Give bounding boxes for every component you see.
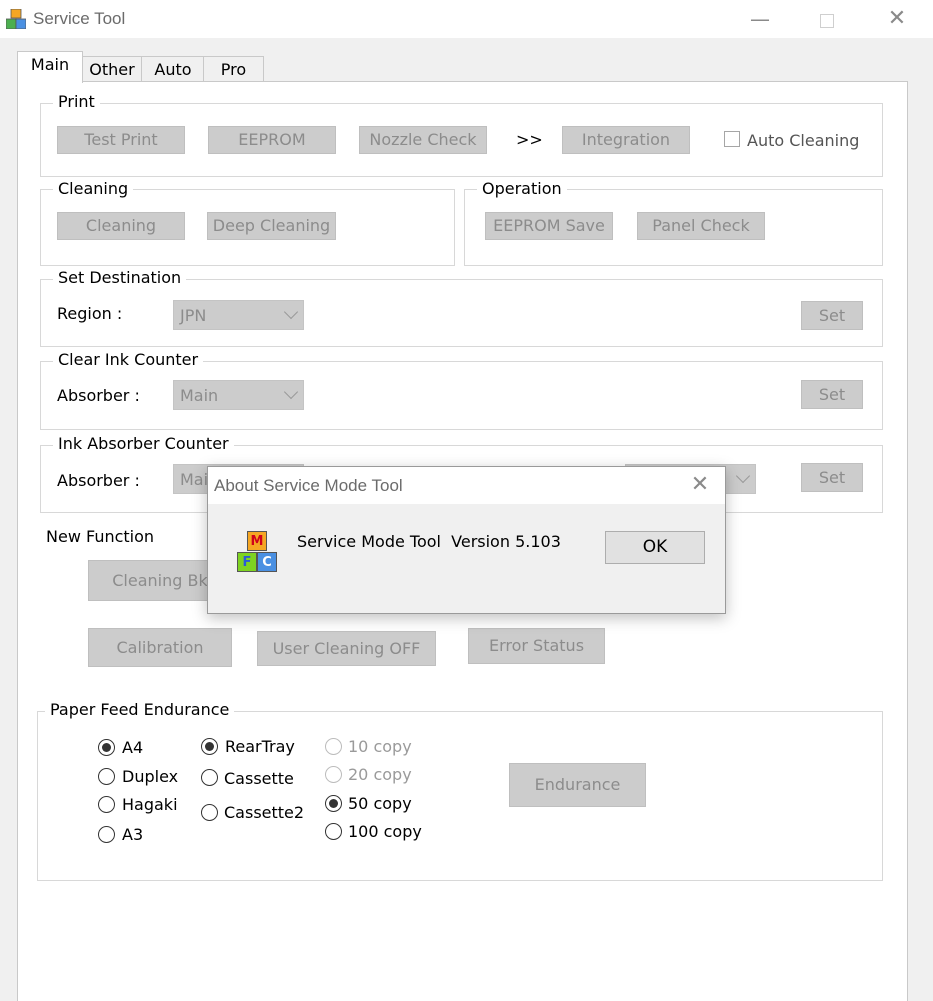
app-icon bbox=[5, 8, 27, 30]
chevron-down-icon bbox=[283, 304, 299, 320]
dialog-message: Service Mode Tool Version 5.103 bbox=[297, 532, 561, 551]
window-title: Service Tool bbox=[33, 9, 126, 28]
clear-ink-counter-legend: Clear Ink Counter bbox=[53, 351, 204, 369]
nozzle-check-button[interactable]: Nozzle Check bbox=[359, 126, 487, 154]
set-destination-button[interactable]: Set bbox=[801, 301, 863, 330]
clear-absorber-label: Absorber : bbox=[57, 386, 140, 405]
panel-check-button[interactable]: Panel Check bbox=[637, 212, 765, 240]
operation-legend: Operation bbox=[477, 180, 567, 198]
reartray-label: RearTray bbox=[225, 737, 295, 756]
ok-button[interactable]: OK bbox=[605, 531, 705, 564]
cleaning-legend: Cleaning bbox=[53, 180, 134, 198]
chevron-down-icon bbox=[735, 468, 751, 484]
ink-absorber-counter-set-button[interactable]: Set bbox=[801, 463, 863, 492]
chevron-down-icon bbox=[283, 384, 299, 400]
copy-20-label: 20 copy bbox=[348, 765, 412, 784]
region-select-value: JPN bbox=[180, 306, 207, 325]
cleaning-button[interactable]: Cleaning bbox=[57, 212, 185, 240]
block-f: F bbox=[237, 552, 257, 572]
close-icon[interactable]: ✕ bbox=[684, 471, 716, 499]
tab-main[interactable]: Main bbox=[17, 51, 83, 83]
close-icon[interactable]: ✕ bbox=[874, 6, 920, 32]
title-bar: Service Tool — ✕ bbox=[0, 0, 933, 38]
maximize-icon[interactable] bbox=[804, 6, 850, 32]
region-select[interactable]: JPN bbox=[173, 300, 304, 330]
clear-absorber-select[interactable]: Main bbox=[173, 380, 304, 410]
cassette-radio[interactable] bbox=[201, 769, 218, 786]
print-legend: Print bbox=[53, 93, 100, 111]
clear-ink-counter-set-button[interactable]: Set bbox=[801, 380, 863, 409]
ink-absorber-counter-legend: Ink Absorber Counter bbox=[53, 435, 234, 453]
eeprom-save-button[interactable]: EEPROM Save bbox=[485, 212, 613, 240]
tab-pro[interactable]: Pro bbox=[203, 56, 264, 83]
duplex-radio[interactable] bbox=[98, 768, 115, 785]
copy-10-radio[interactable] bbox=[325, 738, 342, 755]
arrow-label: >> bbox=[516, 130, 543, 149]
new-function-label: New Function bbox=[46, 527, 155, 546]
endurance-button[interactable]: Endurance bbox=[509, 763, 646, 807]
ink-absorber-label: Absorber : bbox=[57, 471, 140, 490]
tab-auto[interactable]: Auto bbox=[141, 56, 205, 83]
block-m: M bbox=[247, 531, 267, 551]
about-dialog: About Service Mode Tool ✕ M F C Service … bbox=[207, 466, 726, 614]
mfc-blocks-icon: M F C bbox=[235, 531, 279, 575]
block-c: C bbox=[257, 552, 277, 572]
copy-100-radio[interactable] bbox=[325, 823, 342, 840]
copy-10-label: 10 copy bbox=[348, 737, 412, 756]
test-print-button[interactable]: Test Print bbox=[57, 126, 185, 154]
auto-cleaning-label: Auto Cleaning bbox=[747, 131, 860, 150]
cassette-label: Cassette bbox=[224, 769, 294, 788]
a4-label: A4 bbox=[122, 738, 144, 757]
dialog-body: M F C Service Mode Tool Version 5.103 OK bbox=[208, 504, 725, 613]
error-status-button[interactable]: Error Status bbox=[468, 628, 605, 664]
dialog-title: About Service Mode Tool bbox=[214, 476, 403, 495]
cassette2-radio[interactable] bbox=[201, 804, 218, 821]
calibration-button[interactable]: Calibration bbox=[88, 628, 232, 667]
copy-50-radio[interactable] bbox=[325, 795, 342, 812]
user-cleaning-off-button[interactable]: User Cleaning OFF bbox=[257, 631, 436, 666]
clear-ink-counter-group bbox=[40, 361, 883, 430]
duplex-label: Duplex bbox=[122, 767, 179, 786]
set-destination-legend: Set Destination bbox=[53, 269, 187, 287]
minimize-icon[interactable]: — bbox=[737, 6, 783, 32]
reartray-radio[interactable] bbox=[201, 738, 218, 755]
a4-radio[interactable] bbox=[98, 739, 115, 756]
copy-50-label: 50 copy bbox=[348, 794, 412, 813]
deep-cleaning-button[interactable]: Deep Cleaning bbox=[207, 212, 336, 240]
auto-cleaning-checkbox[interactable] bbox=[724, 131, 740, 147]
copy-100-label: 100 copy bbox=[348, 822, 422, 841]
set-destination-group bbox=[40, 279, 883, 347]
a3-radio[interactable] bbox=[98, 826, 115, 843]
paper-feed-endurance-legend: Paper Feed Endurance bbox=[45, 701, 235, 719]
hagaki-radio[interactable] bbox=[98, 796, 115, 813]
copy-20-radio[interactable] bbox=[325, 766, 342, 783]
a3-label: A3 bbox=[122, 825, 144, 844]
integration-button[interactable]: Integration bbox=[562, 126, 690, 154]
dialog-title-bar: About Service Mode Tool ✕ bbox=[208, 467, 725, 504]
eeprom-button[interactable]: EEPROM bbox=[208, 126, 336, 154]
cassette2-label: Cassette2 bbox=[224, 803, 305, 822]
clear-absorber-select-value: Main bbox=[180, 386, 219, 405]
region-label: Region : bbox=[57, 304, 123, 323]
hagaki-label: Hagaki bbox=[122, 795, 178, 814]
tab-other[interactable]: Other bbox=[81, 56, 143, 83]
